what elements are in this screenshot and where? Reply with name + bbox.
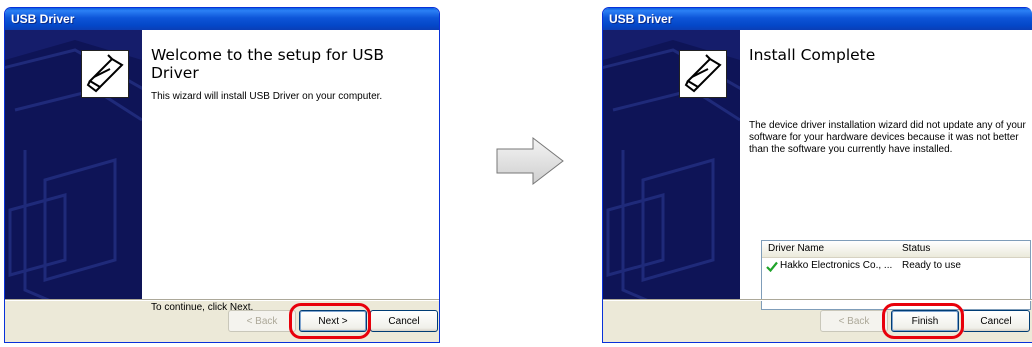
wizard-side-panel — [603, 30, 740, 300]
usb-device-icon — [81, 50, 129, 98]
wizard-side-panel — [5, 30, 142, 300]
footer-divider — [5, 299, 439, 300]
window-title[interactable]: USB Driver — [5, 8, 439, 30]
cancel-button[interactable]: Cancel — [370, 310, 438, 332]
driver-list-row[interactable]: Hakko Electronics Co., ... Ready to use — [762, 258, 1030, 274]
column-driver-name[interactable]: Driver Name — [768, 243, 824, 254]
arrow-right-icon — [496, 136, 564, 186]
wizard-content: Install Complete The device driver insta… — [603, 30, 1032, 310]
wizard-heading: Install Complete — [749, 46, 876, 64]
usb-device-icon — [679, 50, 727, 98]
wizard-heading: Welcome to the setup for USB Driver — [151, 46, 385, 82]
wizard-description: The device driver installation wizard di… — [749, 120, 1026, 155]
highlight-next-button — [289, 303, 371, 339]
driver-name: Hakko Electronics Co., ... — [780, 260, 893, 271]
wizard-description: This wizard will install USB Driver on y… — [151, 91, 383, 102]
cancel-button[interactable]: Cancel — [962, 310, 1030, 332]
window-title[interactable]: USB Driver — [603, 8, 1032, 30]
column-status[interactable]: Status — [902, 243, 930, 254]
footer-divider — [603, 299, 1032, 300]
highlight-finish-button — [882, 303, 964, 339]
setup-wizard-window-complete: USB Driver Install Complete The device d… — [602, 7, 1032, 343]
driver-list-header: Driver Name Status — [762, 241, 1030, 258]
setup-wizard-window-welcome: USB Driver Welcome to the setup for USB … — [4, 7, 440, 343]
driver-status: Ready to use — [902, 260, 961, 271]
wizard-content: Welcome to the setup for USB Driver This… — [5, 30, 439, 313]
back-button[interactable]: < Back — [228, 310, 296, 332]
back-button[interactable]: < Back — [820, 310, 888, 332]
checkmark-icon — [766, 261, 778, 272]
